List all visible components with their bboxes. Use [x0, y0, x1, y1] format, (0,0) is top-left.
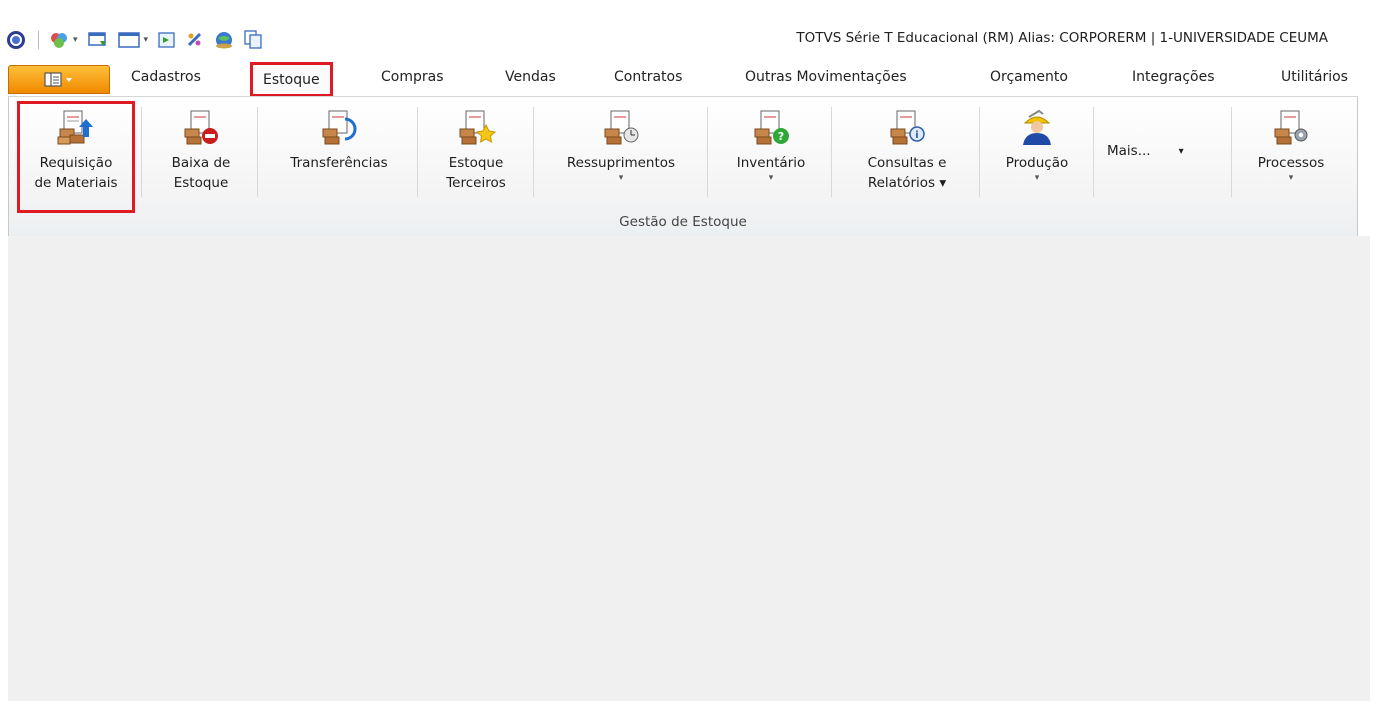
tab-utilitarios[interactable]: Utilitários — [1281, 69, 1348, 85]
tab-estoque[interactable]: Estoque — [250, 62, 333, 97]
button-label: de Materiais — [34, 175, 118, 191]
file-menu-button[interactable] — [8, 65, 110, 94]
svg-text:?: ? — [778, 130, 784, 143]
tab-integracoes[interactable]: Integrações — [1132, 69, 1215, 85]
window-edge — [1370, 236, 1380, 701]
button-label: Ressuprimentos — [566, 155, 676, 171]
ribbon-separator — [979, 107, 980, 197]
material-request-icon — [57, 110, 93, 145]
reports-button[interactable]: i Consultas e Relatórios ▾ — [839, 107, 975, 193]
material-request-button[interactable]: Requisição de Materiais — [17, 101, 135, 213]
stock-writeoff-button[interactable]: Baixa de Estoque — [149, 107, 253, 193]
window-icon[interactable]: ▾ — [117, 28, 149, 52]
resupply-button[interactable]: Ressuprimentos ▾ — [541, 107, 701, 183]
copy-icon[interactable] — [244, 28, 262, 52]
file-menu-icon — [44, 71, 72, 87]
export-icon[interactable] — [158, 28, 176, 52]
button-label: Estoque — [173, 175, 229, 191]
top-strip — [0, 0, 1380, 22]
chevron-down-icon: ▾ — [1178, 145, 1184, 157]
ribbon-separator — [533, 107, 534, 197]
button-label: Inventário — [736, 155, 806, 171]
button-label: Estoque — [448, 155, 504, 171]
button-label: Relatórios ▾ — [867, 175, 947, 191]
production-icon — [1023, 109, 1051, 145]
tab-orcamento[interactable]: Orçamento — [990, 69, 1068, 85]
chevron-down-icon[interactable]: ▾ — [144, 35, 149, 45]
more-button[interactable]: Mais... ▾ — [1107, 143, 1184, 159]
ribbon-group-label: Gestão de Estoque — [619, 214, 747, 230]
ribbon-separator — [417, 107, 418, 197]
inventory-button[interactable]: ? Inventário ▾ — [715, 107, 827, 183]
chevron-down-icon: ▾ — [1288, 173, 1294, 183]
transfer-button[interactable]: Transferências — [265, 107, 413, 173]
globe-icon[interactable] — [214, 28, 234, 52]
modules-icon[interactable]: ▾ — [49, 28, 78, 52]
button-label: Baixa de — [171, 155, 231, 171]
third-party-stock-icon — [459, 110, 496, 145]
reports-icon: i — [890, 110, 925, 145]
tab-contratos[interactable]: Contratos — [614, 69, 682, 85]
button-label: Consultas e — [867, 155, 947, 171]
window-title: TOTVS Série T Educacional (RM) Alias: CO… — [796, 30, 1328, 46]
button-label: Mais... — [1107, 143, 1151, 159]
chevron-down-icon: ▾ — [1034, 173, 1040, 183]
ribbon-panel: Requisição de Materiais Baixa de Estoque… — [8, 96, 1358, 237]
tab-compras[interactable]: Compras — [381, 69, 444, 85]
transfer-icon — [322, 110, 357, 145]
chevron-down-icon[interactable]: ▾ — [73, 35, 78, 45]
processes-icon — [1274, 110, 1308, 145]
button-label: Transferências — [290, 155, 388, 171]
svg-text:i: i — [915, 130, 918, 141]
ribbon-separator — [141, 107, 142, 197]
processes-button[interactable]: Processos ▾ — [1239, 107, 1343, 183]
window-restore-icon[interactable] — [87, 28, 108, 52]
app-orb-icon[interactable] — [6, 28, 26, 52]
quick-access-toolbar: ▾ ▾ — [6, 28, 272, 52]
ribbon-separator — [257, 107, 258, 197]
stock-writeoff-icon — [184, 110, 218, 145]
button-label: Terceiros — [446, 175, 506, 191]
button-label: Processos — [1257, 155, 1325, 171]
production-button[interactable]: Produção ▾ — [987, 107, 1087, 183]
chevron-down-icon: ▾ — [768, 173, 774, 183]
chevron-down-icon: ▾ — [618, 173, 624, 183]
ribbon-separator — [707, 107, 708, 197]
button-label: Requisição — [39, 155, 113, 171]
tab-vendas[interactable]: Vendas — [505, 69, 556, 85]
tab-cadastros[interactable]: Cadastros — [131, 69, 201, 85]
title-bar: ▾ ▾ TOTVS Série T Educacional (RM) Alias… — [0, 22, 1380, 62]
ribbon-separator — [1093, 107, 1094, 197]
button-label: Produção — [1005, 155, 1069, 171]
resupply-icon — [604, 110, 639, 145]
ribbon-separator — [831, 107, 832, 197]
workspace-area — [8, 236, 1370, 701]
third-party-stock-button[interactable]: Estoque Terceiros — [425, 107, 527, 193]
inventory-icon: ? — [754, 110, 789, 145]
ribbon-separator — [1231, 107, 1232, 197]
palette-icon[interactable] — [186, 28, 204, 52]
toolbar-separator — [38, 31, 39, 49]
tab-outras-movimentacoes[interactable]: Outras Movimentações — [745, 69, 907, 85]
ribbon-tabs: Cadastros Estoque Compras Vendas Contrat… — [0, 62, 1380, 97]
